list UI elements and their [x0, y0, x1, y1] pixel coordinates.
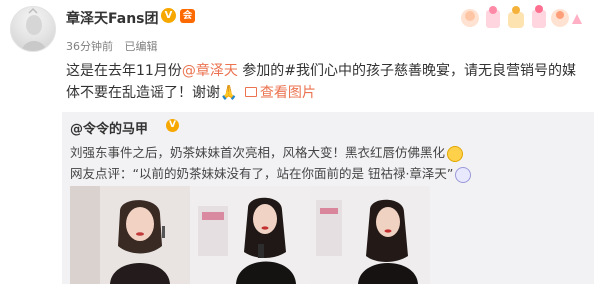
view-images-link[interactable]: 查看图片 [260, 85, 316, 101]
post-image[interactable] [190, 186, 310, 284]
post-text: 这是在去年11月份@章泽天 参加的#我们心中的孩子慈善晚宴，请无良营销号的媒体不… [66, 60, 580, 104]
member-icon[interactable]: 会 [180, 9, 195, 23]
emoji-icon [455, 166, 472, 183]
post-header: 章泽天Fans团 V 会 36分钟前 已编辑 [0, 0, 594, 54]
emoji-icon [447, 145, 464, 162]
praying-hands-icon: 🙏 [220, 85, 238, 101]
card-decoration [461, 5, 582, 28]
repost-text-line: 网友点评：“以前的奶茶妹妹没有了，站在你面前的是 钮祜禄·章泽天” [70, 163, 472, 183]
repost-author[interactable]: @令令的马甲 [70, 118, 148, 137]
post-text-prefix: 这是在去年11月份 [66, 63, 182, 79]
repost-card: @令令的马甲 V 刘强东事件之后，奶茶妹妹首次亮相，风格大变！黑衣红唇仿佛黑化 … [62, 112, 594, 284]
verified-badge-icon: V [161, 8, 176, 23]
verified-badge-icon: V [166, 119, 179, 132]
username[interactable]: 章泽天Fans团 [66, 8, 159, 28]
mention-link[interactable]: @章泽天 [182, 63, 238, 79]
image-grid [70, 186, 590, 284]
edited-label: 已编辑 [124, 40, 158, 53]
repost-text-line: 刘强东事件之后，奶茶妹妹首次亮相，风格大变！黑衣红唇仿佛黑化 [70, 142, 464, 162]
repost-text-1: 刘强东事件之后，奶茶妹妹首次亮相，风格大变！黑衣红唇仿佛黑化 [70, 145, 446, 160]
post-time[interactable]: 36分钟前 [66, 40, 113, 53]
image-icon [244, 87, 257, 97]
avatar[interactable] [10, 6, 56, 52]
post-image[interactable] [70, 186, 190, 284]
post-meta: 36分钟前 已编辑 [66, 38, 166, 54]
post-image[interactable] [310, 186, 430, 284]
repost-text-2: 网友点评：“以前的奶茶妹妹没有了，站在你面前的是 钮祜禄·章泽天” [70, 166, 454, 181]
